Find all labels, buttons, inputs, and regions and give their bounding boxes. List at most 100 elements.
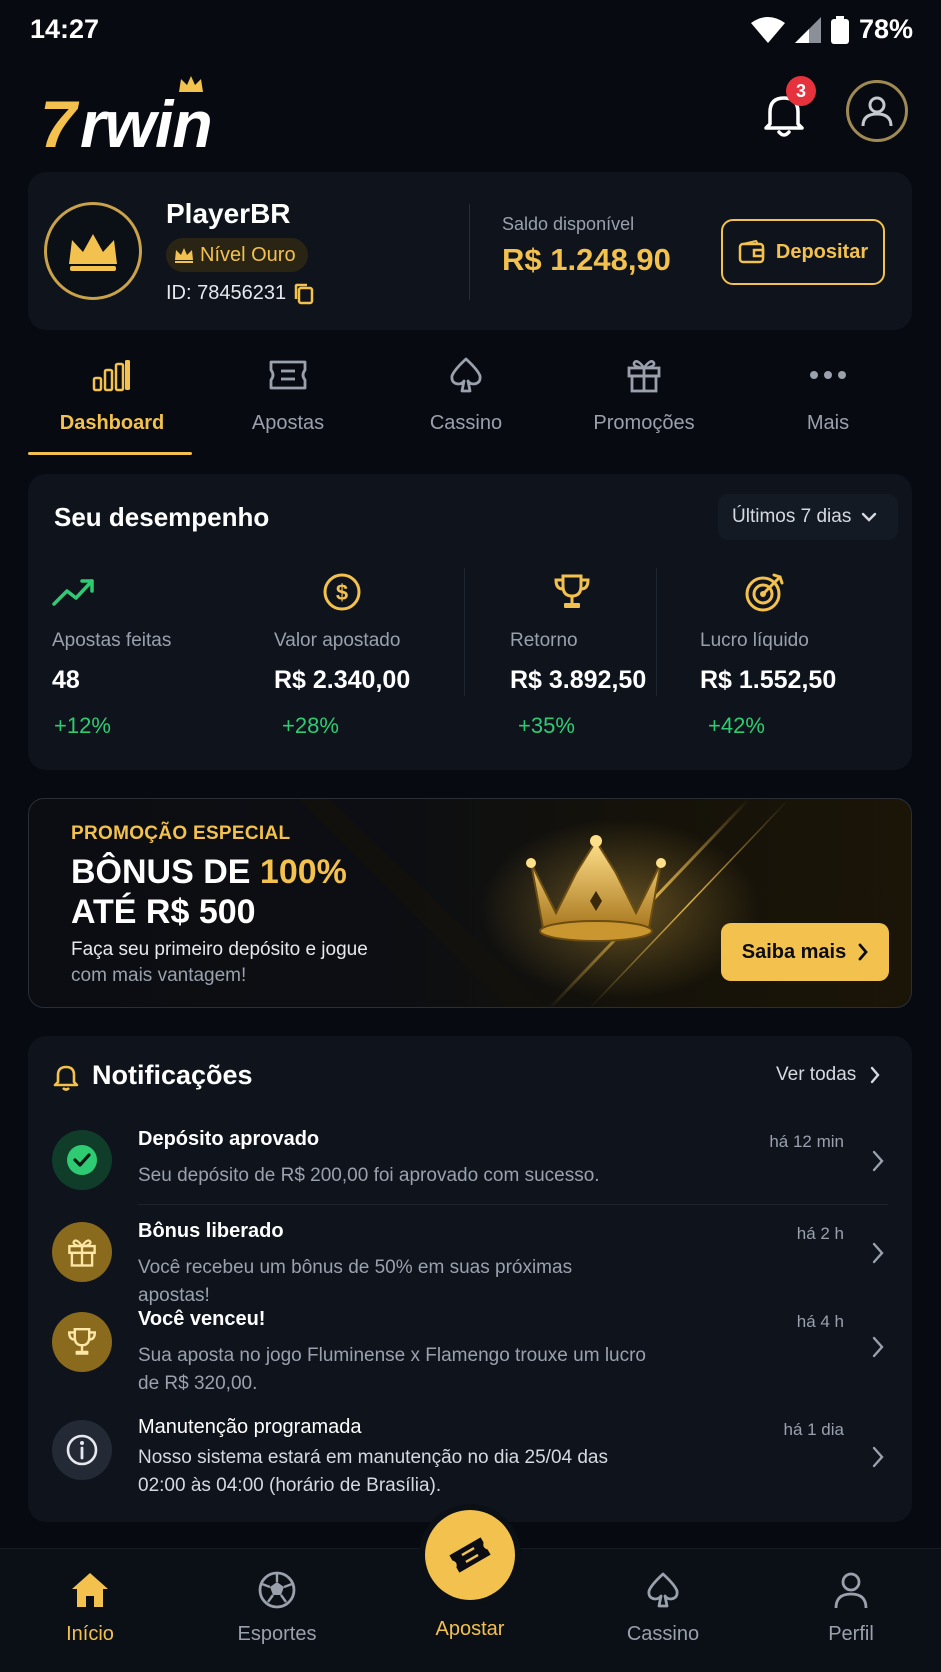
chevron-right-icon: [872, 1242, 884, 1264]
tab-label: Promoções: [593, 412, 695, 434]
wallet-icon: [738, 240, 765, 264]
battery-level: 78%: [858, 14, 913, 44]
nav-label: Esportes: [237, 1623, 317, 1645]
stat-value: R$ 1.552,50: [700, 666, 837, 694]
bar-chart-icon: [92, 360, 130, 392]
chevron-right-icon: [858, 943, 869, 961]
promo-title: BÔNUS DE 100%: [71, 853, 347, 892]
notifications-card: Notificações Ver todas Depósito aprovado…: [28, 1036, 912, 1522]
more-icon: [810, 371, 846, 379]
user-icon: [861, 96, 893, 127]
account-card: PlayerBR Nível Ouro ID: 78456231 Saldo d…: [28, 172, 912, 330]
notification-time: há 2 h: [796, 1224, 844, 1243]
battery-icon: [830, 15, 849, 44]
stat-label: Valor apostado: [274, 630, 401, 651]
vip-level-badge: Nível Ouro: [166, 238, 308, 272]
divider: [469, 204, 470, 300]
tab-mais[interactable]: Mais: [744, 352, 912, 454]
ticket-icon: [269, 360, 307, 390]
chevron-down-icon: [862, 512, 877, 522]
crown-icon: [175, 248, 193, 263]
info-icon: [66, 1434, 98, 1466]
user-icon: [834, 1572, 868, 1609]
see-all-link[interactable]: Ver todas: [776, 1064, 880, 1086]
notification-item[interactable]: Manutenção programada Nosso sistema esta…: [52, 1416, 888, 1512]
bell-icon: [53, 1065, 79, 1091]
copy-icon[interactable]: [294, 283, 314, 305]
notification-description: Sua aposta no jogo Fluminense x Flamengo…: [138, 1345, 646, 1394]
promo-description: Faça seu primeiro depósito e jogue: [71, 939, 368, 960]
profile-button[interactable]: [846, 80, 908, 142]
brand-logo[interactable]: 7 rwin: [40, 76, 250, 161]
notification-description: Você recebeu um bônus de 50% em suas pró…: [138, 1257, 573, 1306]
divider: [464, 568, 465, 696]
balance-label: Saldo disponível: [502, 214, 635, 234]
promo-title-prefix: BÔNUS DE: [71, 853, 260, 891]
stat-value: R$ 3.892,50: [510, 666, 647, 694]
period-value: Últimos 7 dias: [732, 506, 852, 527]
divider: [138, 1204, 888, 1205]
divider: [656, 568, 657, 696]
nav-home[interactable]: Início: [30, 1567, 150, 1646]
stat-label: Lucro líquido: [700, 630, 809, 651]
notification-time: há 1 dia: [783, 1420, 845, 1439]
crown-icon: [526, 835, 666, 942]
see-all-label: Ver todas: [776, 1064, 857, 1085]
notification-item[interactable]: Depósito aprovado Seu depósito de R$ 200…: [52, 1126, 888, 1206]
promo-title-highlight: 100%: [259, 853, 347, 891]
tab-apostas[interactable]: Apostas: [204, 352, 372, 454]
nav-sports[interactable]: Esportes: [217, 1567, 337, 1646]
home-icon: [72, 1573, 108, 1607]
promo-title-line2: ATÉ R$ 500: [71, 893, 256, 931]
crown-icon: [69, 234, 117, 271]
balance-value: R$ 1.248,90: [502, 242, 671, 277]
stat-net-profit: Lucro líquido R$ 1.552,50 +42%: [700, 570, 836, 740]
notification-title: Bônus liberado: [138, 1220, 284, 1242]
status-time: 14:27: [30, 14, 100, 44]
ticket-icon: [449, 1537, 491, 1573]
tab-label: Cassino: [429, 412, 503, 434]
nav-label: Perfil: [828, 1623, 874, 1645]
active-tab-indicator: [28, 452, 192, 455]
deposit-button-label: Depositar: [775, 240, 869, 263]
status-icons: 78%: [750, 14, 913, 45]
learn-more-label: Saiba mais: [741, 940, 847, 963]
promo-banner[interactable]: PROMOÇÃO ESPECIAL BÔNUS DE 100% ATÉ R$ 5…: [28, 798, 912, 1008]
nav-label: Início: [66, 1623, 114, 1645]
promo-description-line2: com mais vantagem!: [71, 965, 247, 986]
period-select[interactable]: Últimos 7 dias: [718, 494, 898, 540]
deposit-button[interactable]: Depositar: [721, 219, 885, 285]
tab-cassino[interactable]: Cassino: [382, 352, 550, 454]
check-circle-icon: [67, 1145, 97, 1175]
soccer-ball-icon: [258, 1571, 296, 1609]
trend-up-icon: [52, 579, 94, 606]
tab-label: Dashboard: [59, 412, 165, 434]
stat-delta: +42%: [708, 713, 765, 738]
app-header: 7 rwin 3: [0, 68, 941, 161]
notification-title: Você venceu!: [138, 1308, 266, 1330]
nav-label: Cassino: [626, 1623, 700, 1645]
place-bet-label: Apostar: [435, 1618, 505, 1640]
chevron-right-icon: [872, 1446, 884, 1468]
tab-promocoes[interactable]: Promoções: [560, 352, 728, 454]
vip-level-label: Nível Ouro: [200, 243, 296, 266]
account-avatar: [44, 202, 142, 300]
notification-item[interactable]: Bônus liberado Você recebeu um bônus de …: [52, 1218, 888, 1306]
chevron-right-icon: [872, 1336, 884, 1358]
stat-label: Apostas feitas: [52, 630, 172, 651]
status-bar: 14:27 78%: [0, 0, 941, 60]
learn-more-button[interactable]: Saiba mais: [721, 923, 889, 981]
place-bet-button[interactable]: [425, 1510, 515, 1600]
stat-label: Retorno: [510, 630, 578, 651]
notification-title: Manutenção programada: [138, 1416, 362, 1438]
performance-title: Seu desempenho: [54, 502, 270, 532]
account-id-text: ID: 78456231: [166, 282, 287, 304]
stat-value: 48: [52, 666, 80, 694]
notification-item[interactable]: Você venceu! Sua aposta no jogo Fluminen…: [52, 1308, 888, 1404]
chevron-right-icon: [872, 1150, 884, 1172]
tab-dashboard[interactable]: Dashboard: [28, 352, 196, 454]
promo-eyebrow: PROMOÇÃO ESPECIAL: [71, 823, 291, 844]
nav-casino[interactable]: Cassino: [603, 1567, 723, 1646]
nav-profile[interactable]: Perfil: [791, 1567, 911, 1646]
notifications-title: Notificações: [92, 1060, 253, 1090]
